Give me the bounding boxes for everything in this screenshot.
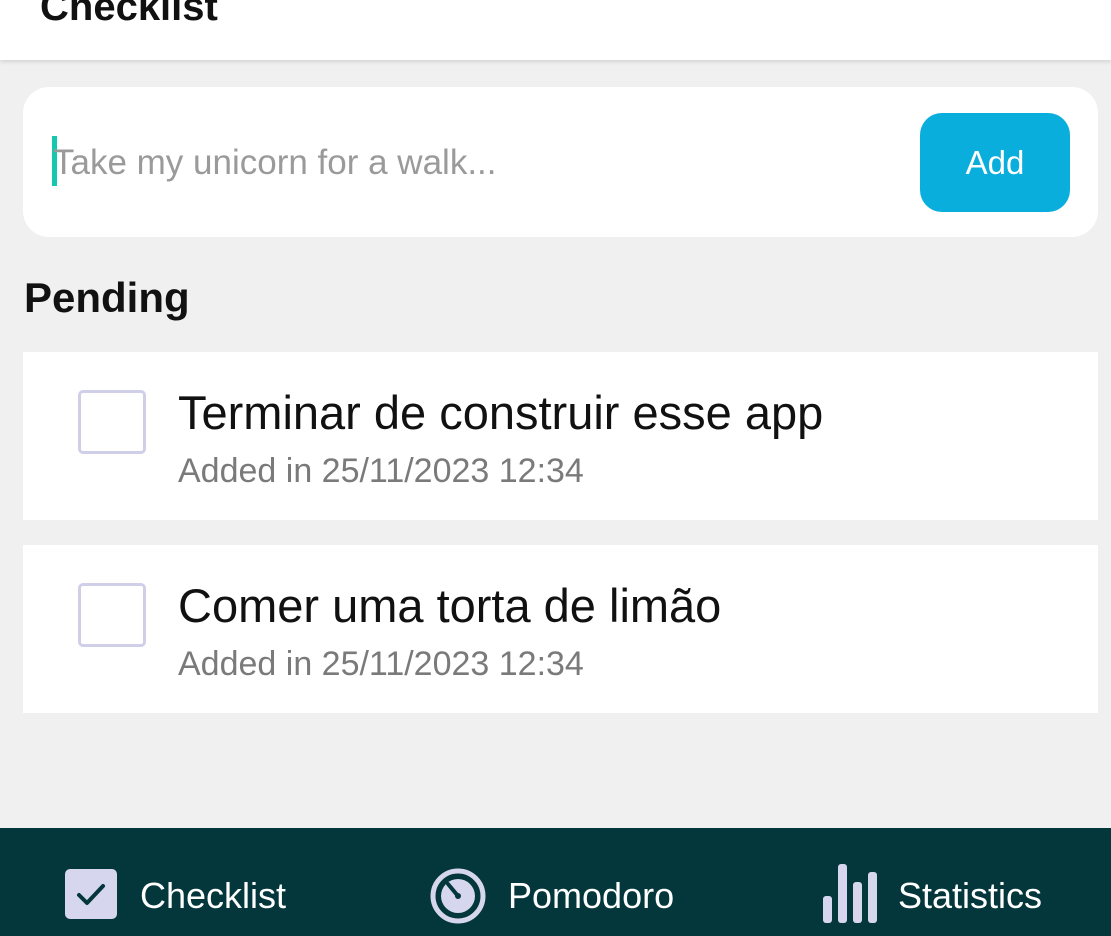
app-header: Checklist bbox=[0, 0, 1111, 60]
task-item: Terminar de construir esse app Added in … bbox=[23, 352, 1098, 520]
pending-section-heading: Pending bbox=[24, 274, 190, 321]
task-title: Terminar de construir esse app bbox=[178, 386, 824, 439]
task-added-date: Added in 25/11/2023 12:34 bbox=[178, 645, 584, 683]
app-screen: Checklist Add Pending Terminar de constr… bbox=[0, 0, 1111, 936]
checkbox-icon bbox=[65, 869, 117, 919]
task-added-date: Added in 25/11/2023 12:34 bbox=[178, 452, 584, 490]
new-task-card: Add bbox=[23, 87, 1098, 237]
nav-item-pomodoro[interactable]: Pomodoro bbox=[428, 828, 708, 936]
nav-item-statistics[interactable]: Statistics bbox=[818, 828, 1078, 936]
add-task-button[interactable]: Add bbox=[920, 113, 1070, 212]
task-checkbox[interactable] bbox=[78, 390, 146, 454]
timer-icon bbox=[430, 868, 486, 924]
page-title: Checklist bbox=[40, 0, 218, 29]
task-checkbox[interactable] bbox=[78, 583, 146, 647]
task-title: Comer uma torta de limão bbox=[178, 579, 722, 632]
bottom-navigation: Checklist Pomodoro Statistics bbox=[0, 828, 1111, 936]
nav-item-checklist[interactable]: Checklist bbox=[60, 828, 320, 936]
nav-label-statistics: Statistics bbox=[898, 875, 1043, 916]
task-item: Comer uma torta de limão Added in 25/11/… bbox=[23, 545, 1098, 713]
bar-chart-icon bbox=[823, 864, 877, 923]
nav-label-checklist: Checklist bbox=[140, 875, 287, 916]
nav-label-pomodoro: Pomodoro bbox=[508, 875, 675, 916]
new-task-input[interactable] bbox=[53, 135, 893, 191]
